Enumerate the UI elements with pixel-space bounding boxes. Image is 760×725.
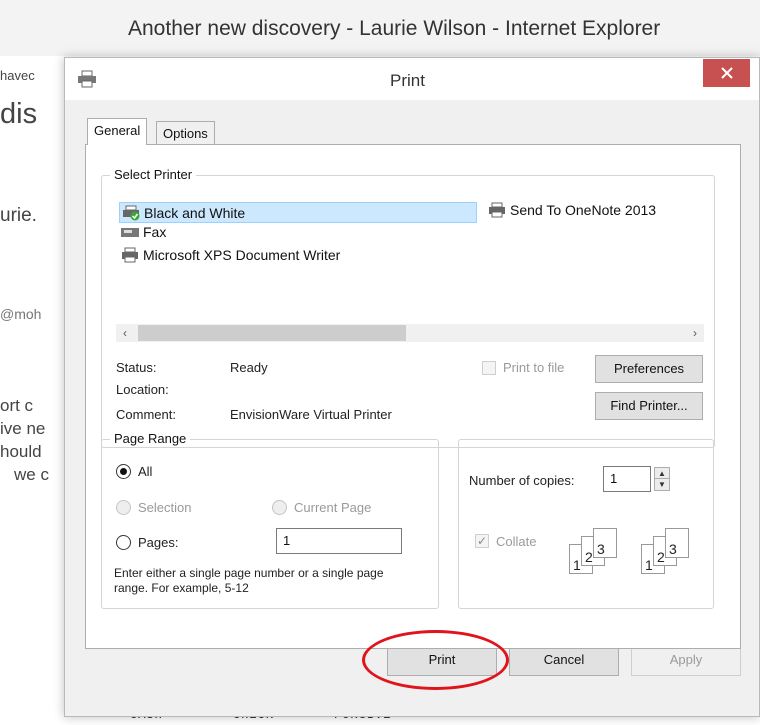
- pages-radio[interactable]: [116, 535, 131, 550]
- selection-label: Selection: [138, 500, 192, 515]
- close-icon: [720, 67, 733, 79]
- printer-name: Black and White: [144, 204, 246, 221]
- collate-checkbox[interactable]: ✓: [475, 534, 489, 548]
- printer-name: Microsoft XPS Document Writer: [143, 247, 341, 263]
- bg-text-fragment: ort c: [0, 396, 34, 415]
- selection-radio[interactable]: [116, 500, 131, 515]
- ie-titlebar: Another new discovery - Laurie Wilson - …: [0, 0, 760, 56]
- collate-page-icon: 3: [665, 528, 689, 558]
- print-to-file-checkbox[interactable]: [482, 361, 496, 375]
- scroll-right-icon[interactable]: ›: [686, 324, 704, 342]
- bg-text-fragment: havec: [0, 68, 35, 83]
- page-range-help: Enter either a single page number or a s…: [114, 566, 384, 595]
- all-label: All: [138, 464, 153, 479]
- printer-icon: [489, 202, 505, 218]
- scrollbar-thumb[interactable]: [138, 325, 406, 341]
- status-value: Ready: [230, 360, 268, 375]
- printer-item-send-to-onenote[interactable]: Send To OneNote 2013: [486, 202, 656, 218]
- scroll-left-icon[interactable]: ‹: [116, 324, 134, 342]
- select-printer-group: Select Printer Black and White Send To O…: [101, 167, 715, 448]
- group-label: Page Range: [110, 431, 191, 446]
- bg-heading-fragment: dis: [0, 98, 38, 130]
- collate-label: Collate: [496, 534, 537, 549]
- status-label: Status:: [116, 360, 157, 375]
- bg-text-fragment: hould: [0, 442, 42, 461]
- spin-down-icon[interactable]: ▼: [655, 479, 669, 490]
- find-printer-button[interactable]: Find Printer...: [595, 392, 703, 420]
- copies-label: Number of copies:: [469, 473, 575, 488]
- printer-item-xps-writer[interactable]: Microsoft XPS Document Writer: [119, 247, 340, 263]
- preferences-button[interactable]: Preferences: [595, 355, 703, 383]
- print-highlight-circle: [362, 630, 509, 690]
- window-title: Another new discovery - Laurie Wilson - …: [128, 17, 661, 40]
- printer-icon: [123, 205, 140, 220]
- group-label: Select Printer: [110, 167, 197, 182]
- spin-up-icon[interactable]: ▲: [655, 468, 669, 479]
- printer-icon: [78, 70, 96, 88]
- collate-page-icon: 3: [593, 528, 617, 558]
- comment-label: Comment:: [116, 407, 176, 422]
- copies-group: Number of copies: 1 ▲ ▼ ✓ Collate 1 2 3 …: [458, 439, 714, 609]
- printer-name: Send To OneNote 2013: [510, 202, 657, 218]
- printer-item-black-and-white[interactable]: Black and White: [119, 202, 477, 223]
- location-label: Location:: [116, 382, 169, 397]
- dialog-title: Print: [390, 71, 425, 90]
- bg-text-fragment: we c: [14, 465, 49, 484]
- fax-icon: [121, 228, 139, 237]
- comment-value: EnvisionWare Virtual Printer: [230, 407, 392, 422]
- close-button[interactable]: [703, 59, 750, 87]
- current-page-radio[interactable]: [272, 500, 287, 515]
- page-range-group: Page Range All Selection Current Page Pa…: [101, 431, 439, 609]
- general-tab-panel: Select Printer Black and White Send To O…: [85, 144, 741, 649]
- dialog-titlebar[interactable]: Print: [65, 58, 759, 100]
- tab-general[interactable]: General: [87, 118, 148, 145]
- printer-list-scrollbar[interactable]: ‹ ›: [116, 324, 704, 342]
- copies-spinner[interactable]: ▲ ▼: [654, 467, 670, 491]
- tab-options[interactable]: Options: [156, 121, 215, 144]
- bg-text-fragment: ive ne: [0, 419, 46, 438]
- pages-label: Pages:: [138, 535, 179, 550]
- printer-name: Fax: [143, 224, 167, 240]
- current-page-label: Current Page: [294, 500, 372, 515]
- pages-input[interactable]: 1: [276, 528, 402, 554]
- copies-input[interactable]: 1: [603, 466, 651, 492]
- bg-text-fragment: @moh: [0, 306, 42, 322]
- bg-text-fragment: urie.: [0, 205, 37, 226]
- printer-item-fax[interactable]: Fax: [119, 224, 166, 240]
- print-to-file-label: Print to file: [503, 360, 565, 375]
- all-radio[interactable]: [116, 464, 131, 479]
- print-dialog: Print General Options Select Printer Bla…: [64, 57, 760, 717]
- printer-icon: [122, 247, 138, 263]
